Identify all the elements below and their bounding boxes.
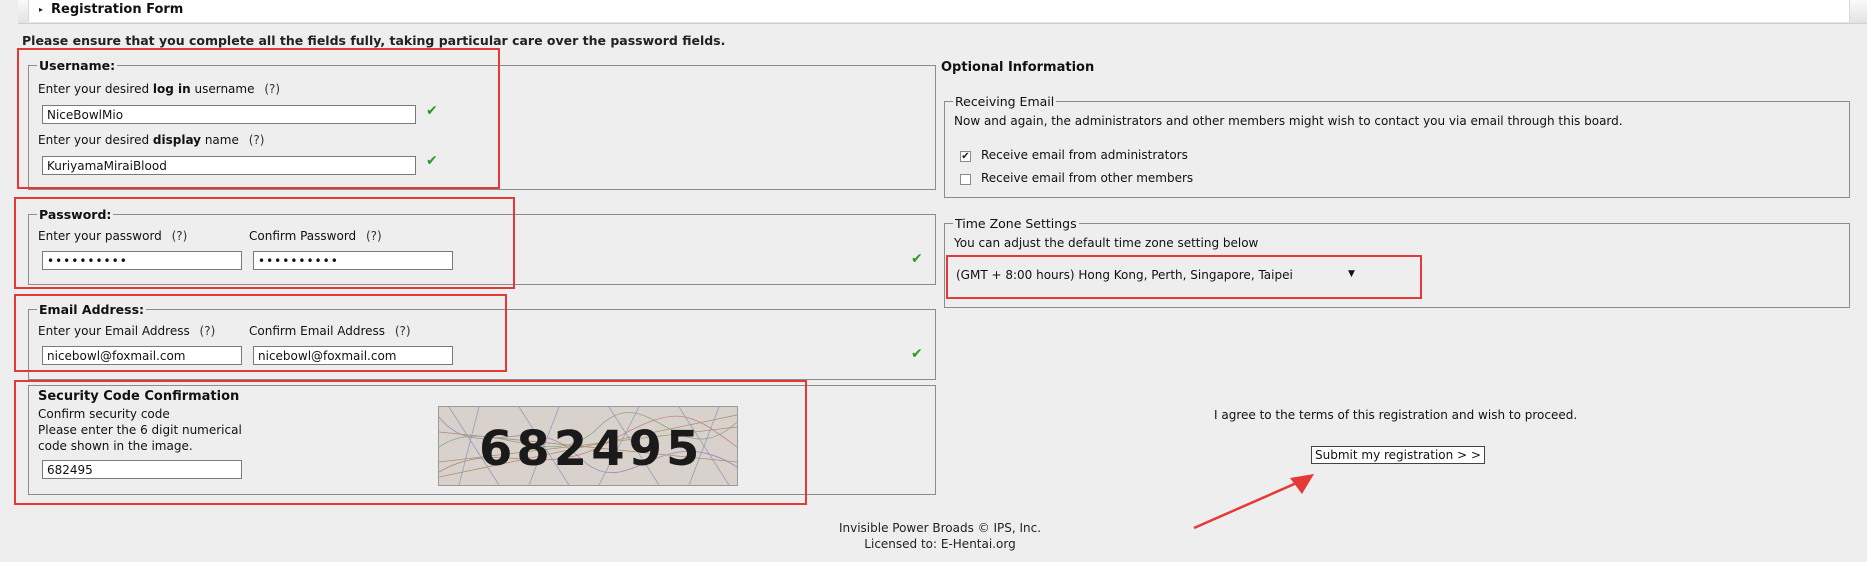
login-username-input[interactable]: NiceBowlMio [42,105,416,124]
help-link[interactable]: (?) [249,133,265,147]
login-username-label: Enter your desired log in username (?) [38,82,281,96]
check-icon: ✔ [911,346,923,362]
triangle-right-icon[interactable]: ▸ [39,5,43,14]
timezone-selected-value: (GMT + 8:00 hours) Hong Kong, Perth, Sin… [956,268,1293,282]
timezone-desc: You can adjust the default time zone set… [954,236,1259,250]
confirm-email-label: Confirm Email Address (?) [249,324,411,338]
security-title: Security Code Confirmation [38,389,240,404]
confirm-password-input[interactable]: •••••••••• [253,251,453,270]
receiving-email-desc: Now and again, the administrators and ot… [954,114,1623,128]
security-line-3: code shown in the image. [38,439,193,453]
instructions-text: Please ensure that you complete all the … [22,33,726,48]
security-code-input[interactable]: 682495 [42,460,242,479]
password-input[interactable]: •••••••••• [42,251,242,270]
confirm-password-label: Confirm Password (?) [249,229,382,243]
security-line-1: Confirm security code [38,407,170,421]
username-legend: Username: [39,58,116,73]
admin-email-checkbox[interactable]: ✔ [960,151,971,162]
security-line-2: Please enter the 6 digit numerical [38,423,242,437]
members-email-label[interactable]: Receive email from other members [981,171,1193,185]
form-header: ▸ Registration Form [28,0,1850,22]
triangle-down-icon: ▼ [1348,269,1355,279]
email-legend: Email Address: [39,302,145,317]
password-fieldset: Password: [28,207,936,285]
timezone-select[interactable]: (GMT + 8:00 hours) Hong Kong, Perth, Sin… [952,265,1362,287]
receiving-email-legend: Receiving Email [955,94,1055,109]
submit-registration-button[interactable]: Submit my registration > > [1311,446,1485,464]
timezone-fieldset: Time Zone Settings [944,216,1850,308]
confirm-email-input[interactable]: nicebowl@foxmail.com [253,346,453,365]
email-input[interactable]: nicebowl@foxmail.com [42,346,242,365]
members-email-checkbox[interactable] [960,174,971,185]
check-icon: ✔ [911,251,923,267]
form-header-bar: ▸ Registration Form [18,0,1867,24]
help-link[interactable]: (?) [172,229,188,243]
agree-text: I agree to the terms of this registratio… [1214,408,1578,422]
captcha-text: 682495 [479,421,703,477]
help-link[interactable]: (?) [395,324,411,338]
help-link[interactable]: (?) [200,324,216,338]
footer-license: Licensed to: E-Hentai.org [864,537,1016,551]
registration-page: ▸ Registration Form Please ensure that y… [0,0,1867,562]
captcha-image: 682495 [438,406,738,486]
captcha-graphic: 682495 [438,406,738,486]
help-link[interactable]: (?) [264,82,280,96]
help-link[interactable]: (?) [366,229,382,243]
check-icon: ✔ [426,103,438,119]
form-title: Registration Form [51,2,184,17]
display-name-label: Enter your desired display name (?) [38,133,265,147]
admin-email-label[interactable]: Receive email from administrators [981,148,1188,162]
display-name-input[interactable]: KuriyamaMiraiBlood [42,156,416,175]
email-label: Enter your Email Address (?) [38,324,216,338]
optional-title: Optional Information [941,60,1095,75]
footer-copyright: Invisible Power Broads © IPS, Inc. [838,521,1042,535]
password-legend: Password: [39,207,112,222]
timezone-legend: Time Zone Settings [955,216,1077,231]
password-label: Enter your password (?) [38,229,188,243]
email-fieldset: Email Address: [28,302,936,380]
check-icon: ✔ [426,153,438,169]
